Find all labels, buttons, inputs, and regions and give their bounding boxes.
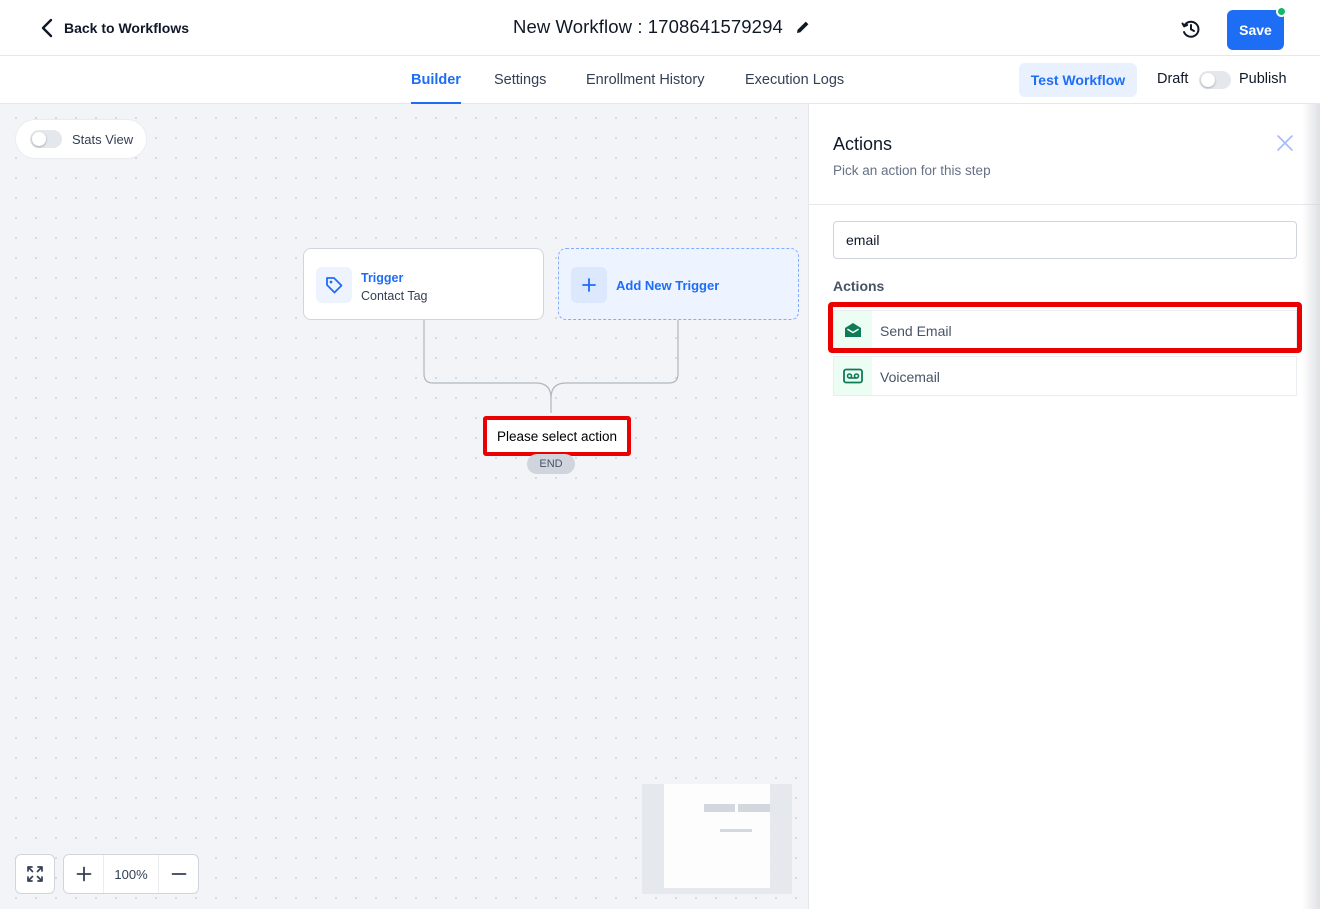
expand-icon	[27, 866, 43, 882]
minus-icon	[171, 873, 186, 875]
test-workflow-button[interactable]: Test Workflow	[1019, 63, 1137, 97]
fit-to-screen-button[interactable]	[15, 854, 55, 894]
minimap-viewport	[664, 784, 770, 888]
zoom-controls: 100%	[63, 854, 199, 894]
minimap-node	[738, 804, 770, 812]
end-badge: END	[527, 454, 575, 474]
back-to-workflows-link[interactable]: Back to Workflows	[38, 17, 189, 39]
panel-edge-shadow	[1302, 104, 1320, 909]
workflow-title-group: New Workflow : 1708641579294	[513, 16, 811, 38]
tab-settings[interactable]: Settings	[494, 56, 546, 104]
actions-panel: Actions Pick an action for this step Act…	[808, 104, 1320, 909]
unsaved-status-dot	[1276, 6, 1287, 17]
action-label: Send Email	[880, 323, 952, 339]
voicemail-icon	[834, 357, 872, 395]
tab-execution-logs[interactable]: Execution Logs	[745, 56, 844, 104]
plus-icon	[571, 267, 607, 303]
zoom-out-button[interactable]	[159, 855, 198, 893]
toggle-knob	[1201, 73, 1215, 87]
action-label: Voicemail	[880, 369, 940, 385]
minimap[interactable]	[642, 784, 792, 894]
minimap-node	[720, 829, 752, 832]
tab-enrollment-history[interactable]: Enrollment History	[586, 56, 704, 104]
panel-title: Actions	[833, 134, 893, 154]
chevron-left-icon	[41, 18, 53, 38]
action-search-input[interactable]	[833, 221, 1297, 259]
back-label: Back to Workflows	[64, 20, 189, 36]
tab-builder[interactable]: Builder	[411, 56, 461, 104]
action-voicemail[interactable]: Voicemail	[833, 356, 1297, 396]
draft-label: Draft	[1157, 71, 1189, 87]
close-icon[interactable]	[1276, 134, 1294, 152]
workflow-canvas[interactable]: Stats View Trigger Contact Tag Add New T…	[0, 104, 808, 909]
top-header: Back to Workflows New Workflow : 1708641…	[0, 0, 1320, 56]
trigger-subtitle: Contact Tag	[361, 289, 428, 303]
tabs-bar: Builder Settings Enrollment History Exec…	[0, 56, 1320, 104]
panel-subtitle: Pick an action for this step	[833, 163, 991, 178]
select-action-node[interactable]: Please select action	[483, 416, 631, 456]
panel-divider	[809, 204, 1320, 205]
version-history-icon[interactable]	[1180, 18, 1202, 40]
save-button[interactable]: Save	[1227, 10, 1284, 50]
zoom-in-button[interactable]	[64, 855, 103, 893]
publish-toggle[interactable]	[1199, 71, 1231, 89]
trigger-node[interactable]: Trigger Contact Tag	[303, 248, 544, 320]
trigger-title: Trigger	[361, 271, 404, 285]
add-new-trigger-label: Add New Trigger	[616, 278, 720, 293]
actions-section-label: Actions	[833, 278, 885, 294]
tag-icon	[316, 267, 352, 303]
envelope-open-icon	[834, 311, 872, 349]
pencil-icon[interactable]	[795, 19, 811, 35]
minimap-node	[704, 804, 735, 812]
plus-icon	[76, 866, 91, 882]
publish-label: Publish	[1239, 71, 1287, 87]
add-new-trigger-button[interactable]: Add New Trigger	[558, 248, 799, 320]
workflow-title: New Workflow : 1708641579294	[513, 16, 783, 37]
zoom-level: 100%	[103, 855, 159, 893]
action-send-email[interactable]: Send Email	[833, 310, 1297, 350]
